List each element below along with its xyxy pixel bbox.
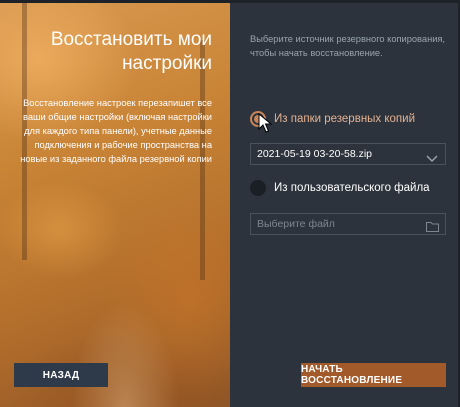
file-picker-placeholder: Выберите файл (257, 218, 335, 230)
backup-file-dropdown[interactable]: 2021-05-19 03-20-58.zip (250, 143, 446, 165)
radio-label-backup-folder: Из папки резервных копий (274, 113, 416, 125)
source-instruction-text: Выберите источник резервного копирования… (250, 34, 446, 58)
mouse-cursor-icon (258, 112, 273, 138)
start-restore-button[interactable]: НАЧАТЬ ВОССТАНОВЛЕНИЕ (301, 363, 446, 387)
chevron-down-icon[interactable] (426, 150, 438, 168)
radio-option-custom-file[interactable]: Из пользовательского файла (250, 180, 430, 196)
source-selection-panel: Выберите источник резервного копирования… (232, 0, 458, 407)
folder-icon[interactable] (426, 219, 439, 237)
road-decoration (70, 300, 180, 407)
radio-label-custom-file: Из пользовательского файла (274, 182, 430, 194)
dialog-description: Восстановление настроек перезапишет все … (20, 98, 212, 164)
window-frame-top (0, 0, 460, 3)
file-picker-input[interactable]: Выберите файл (250, 213, 446, 235)
radio-option-backup-folder[interactable]: Из папки резервных копий (250, 111, 415, 127)
autumn-background-panel: Восстановить мои настройки Восстановлени… (0, 0, 230, 407)
restore-settings-dialog: Восстановить мои настройки Восстановлени… (0, 0, 460, 407)
radio-button-unselected[interactable] (250, 180, 266, 196)
dialog-title: Восстановить мои настройки (50, 29, 212, 74)
dropdown-selected-value: 2021-05-19 03-20-58.zip (257, 148, 372, 160)
back-button[interactable]: НАЗАД (14, 363, 108, 387)
